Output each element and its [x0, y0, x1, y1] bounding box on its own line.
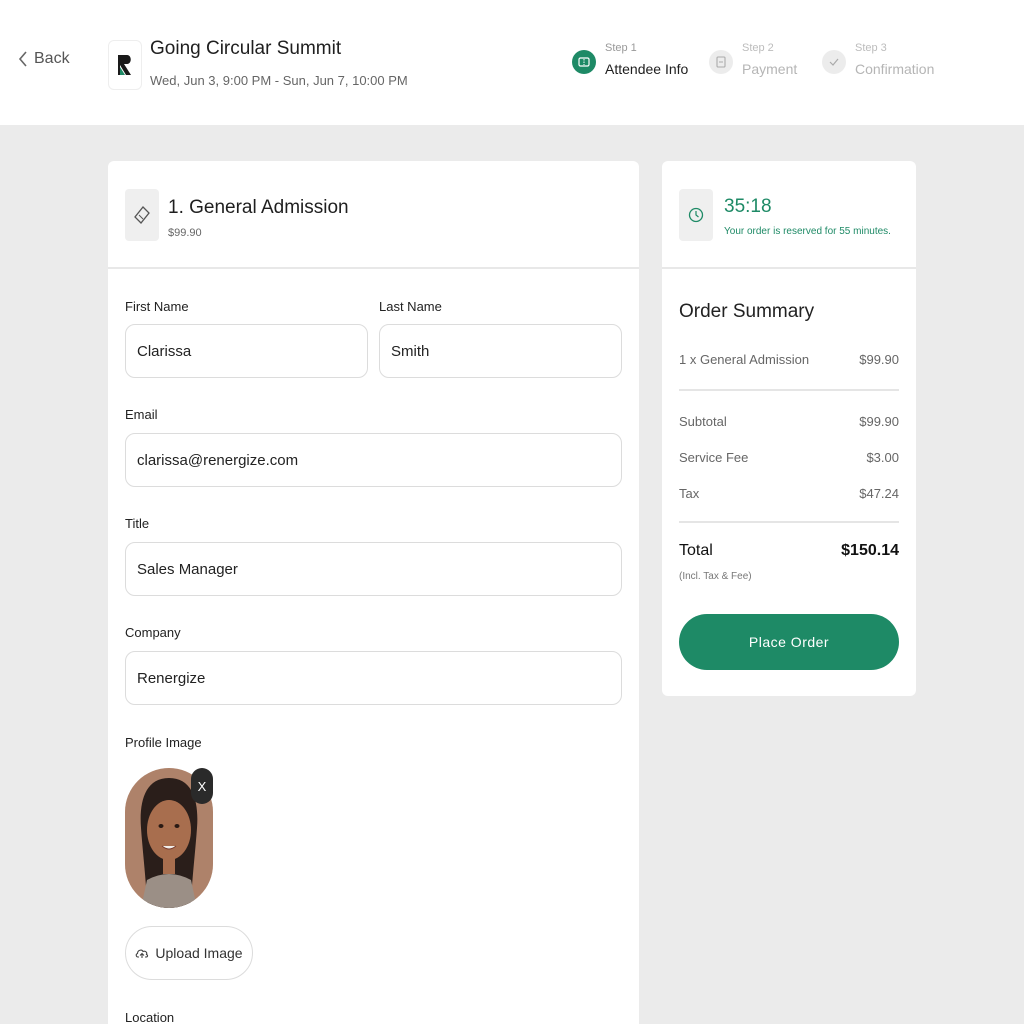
ticket-price: $99.90 [168, 227, 202, 239]
ticket-step-icon [572, 50, 596, 74]
total-label: Total [679, 542, 713, 559]
step-number: Step 1 [605, 42, 637, 54]
tax-row: Tax $47.24 [679, 486, 899, 501]
step-label: Payment [742, 61, 798, 77]
item-value: $99.90 [859, 352, 899, 367]
fee-value: $3.00 [866, 450, 899, 465]
subtotal-value: $99.90 [859, 414, 899, 429]
event-logo [108, 40, 142, 90]
upload-label: Upload Image [155, 945, 243, 961]
email-field[interactable]: clarissa@renergize.com [125, 433, 622, 487]
subtotal-row: Subtotal $99.90 [679, 414, 899, 429]
fee-label: Service Fee [679, 450, 749, 465]
ticket-name: 1. General Admission [168, 197, 349, 218]
event-dates: Wed, Jun 3, 9:00 PM - Sun, Jun 7, 10:00 … [150, 73, 408, 88]
tax-value: $47.24 [859, 486, 899, 501]
title-field[interactable]: Sales Manager [125, 542, 622, 596]
summary-item-row: 1 x General Admission $99.90 [679, 352, 899, 367]
step-label: Attendee Info [605, 61, 689, 77]
event-title: Going Circular Summit [150, 38, 342, 59]
company-label: Company [125, 625, 181, 640]
attendee-form-card: 1. General Admission $99.90 First Name C… [108, 161, 639, 1024]
profile-image-label: Profile Image [125, 735, 202, 750]
summary-title: Order Summary [679, 301, 815, 322]
timer-note: Your order is reserved for 55 minutes. [724, 226, 891, 237]
email-label: Email [125, 407, 158, 422]
subtotal-label: Subtotal [679, 414, 727, 429]
step-attendee-info[interactable]: Step 1 Attendee Info [572, 42, 688, 77]
upload-image-button[interactable]: Upload Image [125, 926, 253, 980]
ticket-header: 1. General Admission $99.90 [108, 161, 639, 269]
logo-icon [118, 55, 131, 75]
step-number: Step 2 [742, 42, 774, 54]
first-name-label: First Name [125, 299, 189, 314]
divider [679, 521, 899, 523]
step-payment[interactable]: Step 2 Payment [709, 42, 797, 77]
company-field[interactable]: Renergize [125, 651, 622, 705]
step-confirmation[interactable]: Step 3 Confirmation [822, 42, 934, 77]
timer-value: 35:18 [724, 196, 772, 217]
total-note: (Incl. Tax & Fee) [679, 571, 752, 582]
check-step-icon [822, 50, 846, 74]
divider [679, 389, 899, 391]
last-name-field[interactable]: Smith [379, 324, 622, 378]
chevron-left-icon [18, 51, 27, 67]
step-label: Confirmation [855, 61, 935, 77]
place-order-button[interactable]: Place Order [679, 614, 899, 670]
top-bar: Back Going Circular Summit Wed, Jun 3, 9… [0, 0, 1024, 125]
back-button[interactable]: Back [18, 50, 70, 68]
remove-image-button[interactable]: X [191, 768, 213, 804]
last-name-label: Last Name [379, 299, 442, 314]
order-summary-card: 35:18 Your order is reserved for 55 minu… [662, 161, 916, 696]
first-name-field[interactable]: Clarissa [125, 324, 368, 378]
service-fee-row: Service Fee $3.00 [679, 450, 899, 465]
upload-cloud-icon [136, 949, 149, 958]
step-number: Step 3 [855, 42, 887, 54]
tax-label: Tax [679, 486, 700, 501]
payment-step-icon [709, 50, 733, 74]
reservation-timer: 35:18 Your order is reserved for 55 minu… [662, 161, 916, 269]
title-label: Title [125, 516, 150, 531]
back-label: Back [34, 50, 70, 67]
ticket-icon [125, 189, 159, 241]
total-value: $150.14 [841, 542, 899, 559]
close-icon: X [197, 778, 207, 794]
location-label: Location [125, 1010, 175, 1024]
clock-icon [679, 189, 713, 241]
item-label: 1 x General Admission [679, 352, 810, 367]
